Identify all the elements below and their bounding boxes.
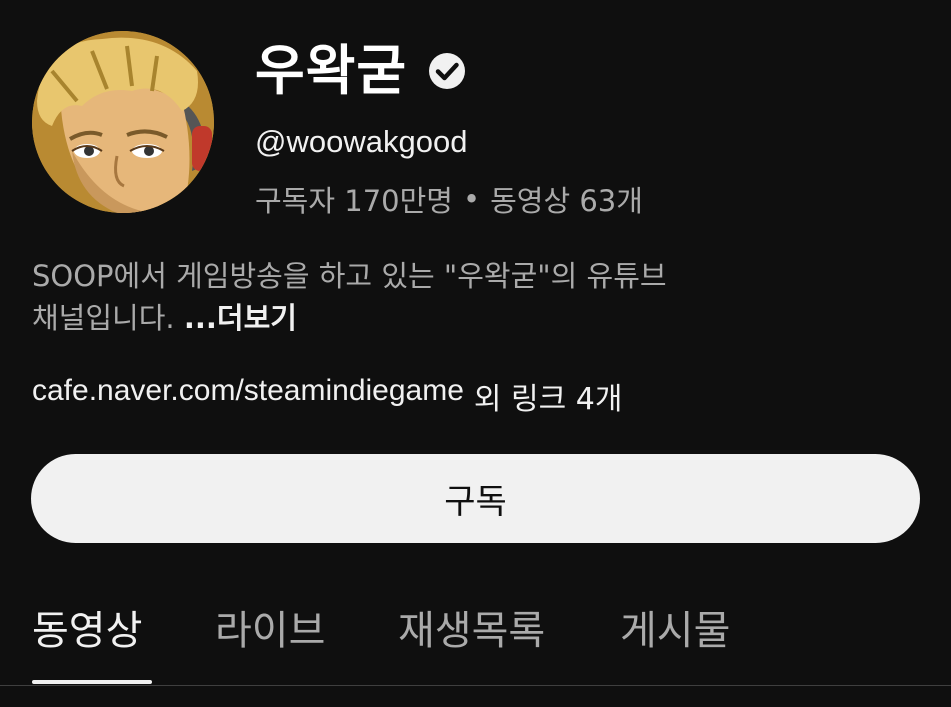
tabs-divider xyxy=(0,685,951,686)
active-tab-indicator xyxy=(32,680,152,684)
description-line-2: 채널입니다. xyxy=(32,301,184,335)
more-button[interactable]: ...더보기 xyxy=(184,301,297,335)
verified-check-icon xyxy=(429,53,466,89)
subscriber-count: 구독자 170만명 xyxy=(255,184,453,218)
channel-name: 우왁굳 xyxy=(255,39,408,102)
description-line-2-row: 채널입니다. ...더보기 xyxy=(32,297,892,339)
channel-tabs: 동영상 라이브 재생목록 게시물 xyxy=(0,590,951,707)
description-line-1: SOOP에서 게임방송을 하고 있는 "우왁굳"의 유튜브 xyxy=(32,259,667,293)
channel-stats: 구독자 170만명 • 동영상 63개 xyxy=(255,178,643,220)
channel-description[interactable]: SOOP에서 게임방송을 하고 있는 "우왁굳"의 유튜브 채널입니다. ...… xyxy=(32,255,892,339)
channel-avatar[interactable] xyxy=(32,31,214,213)
channel-link-url[interactable]: cafe.naver.com/steamindiegame xyxy=(32,374,464,418)
tab-live[interactable]: 라이브 xyxy=(215,598,325,656)
video-count: 동영상 63개 xyxy=(490,184,643,218)
avatar-image xyxy=(32,31,214,213)
channel-handle: @woowakgood xyxy=(255,124,468,159)
more-links-label[interactable]: 외 링크 4개 xyxy=(474,374,623,418)
tab-posts[interactable]: 게시물 xyxy=(620,598,730,656)
stats-separator: • xyxy=(462,182,481,216)
subscribe-button[interactable]: 구독 xyxy=(31,454,920,543)
channel-links[interactable]: cafe.naver.com/steamindiegame 외 링크 4개 xyxy=(32,374,622,418)
tab-videos[interactable]: 동영상 xyxy=(32,598,142,656)
channel-name-row: 우왁굳 xyxy=(255,36,467,106)
tab-playlists[interactable]: 재생목록 xyxy=(398,598,545,656)
